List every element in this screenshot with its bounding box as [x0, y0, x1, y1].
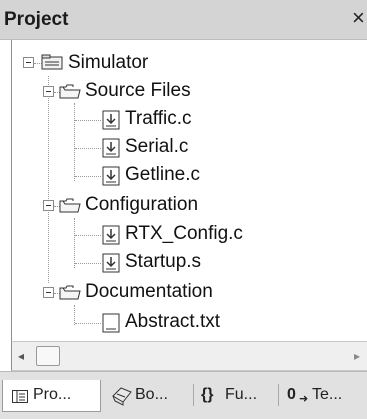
collapse-toggle-icon[interactable]: [43, 86, 54, 97]
collapse-toggle-icon[interactable]: [23, 57, 34, 68]
scrollbar-thumb[interactable]: [36, 346, 60, 366]
tree-root-label: Simulator: [68, 52, 149, 74]
tree-file-label: Traffic.c: [125, 108, 192, 129]
scroll-right-arrow-icon[interactable]: ▸: [354, 349, 360, 363]
text-file-icon: [102, 313, 120, 333]
close-button[interactable]: ×: [352, 6, 367, 30]
horizontal-scrollbar[interactable]: ◂ ▸: [11, 341, 367, 371]
project-tab-icon: [12, 390, 28, 403]
tree-group-label: Source Files: [85, 80, 191, 101]
tree-group-label: Configuration: [85, 194, 199, 215]
folder-open-icon: [59, 84, 81, 99]
panel-titlebar: Project ×: [0, 0, 367, 40]
tree-root-simulator[interactable]: Simulator: [12, 50, 212, 78]
asm-file-icon: [102, 253, 120, 273]
tree-file-rtx-config[interactable]: RTX_Config.c: [12, 221, 272, 249]
tree-file-label: Abstract.txt: [125, 311, 221, 332]
project-root-icon: [41, 54, 63, 70]
tree-file-getline[interactable]: Getline.c: [12, 162, 252, 190]
collapse-toggle-icon[interactable]: [43, 200, 54, 211]
scroll-left-arrow-icon[interactable]: ◂: [18, 349, 24, 363]
tree-file-startup[interactable]: Startup.s: [12, 249, 272, 277]
tree-file-serial[interactable]: Serial.c: [12, 134, 252, 162]
books-tab-icon: [112, 387, 132, 406]
collapse-toggle-icon[interactable]: [43, 287, 54, 298]
functions-tab-icon: {}: [201, 386, 214, 403]
c-file-icon: [102, 225, 120, 245]
panel-tab-bar: Pro... Bo... {} Fu... 0 ➜ Te...: [0, 371, 367, 419]
tree-file-label: Getline.c: [125, 164, 200, 185]
tab-label: Te...: [312, 386, 343, 403]
tree-file-abstract[interactable]: Abstract.txt: [12, 309, 272, 337]
tab-label: Pro...: [33, 386, 72, 403]
tree-file-label: Startup.s: [125, 251, 202, 272]
tree-group-source-files[interactable]: Source Files: [12, 78, 252, 106]
tree-file-label: Serial.c: [125, 136, 189, 157]
tree-group-documentation[interactable]: Documentation: [12, 279, 272, 307]
c-file-icon: [102, 166, 120, 186]
tree-group-label: Documentation: [85, 281, 213, 302]
tab-templates[interactable]: 0 ➜ Te...: [285, 380, 365, 412]
folder-open-icon: [59, 198, 81, 213]
tree-group-configuration[interactable]: Configuration: [12, 192, 272, 220]
tab-label: Fu...: [225, 386, 258, 403]
c-file-icon: [102, 110, 120, 130]
c-file-icon: [102, 138, 120, 158]
panel-title: Project: [4, 9, 69, 30]
tab-functions[interactable]: {} Fu...: [199, 380, 274, 412]
project-tree[interactable]: Simulator Source Files Traffic.c Serial.…: [11, 40, 367, 341]
templates-tab-icon: 0: [287, 386, 296, 403]
tab-books[interactable]: Bo...: [109, 380, 189, 412]
tab-project[interactable]: Pro...: [2, 380, 101, 412]
project-panel: Project × Simulator Source Files Traffic…: [0, 0, 367, 419]
tree-file-label: RTX_Config.c: [125, 223, 243, 244]
folder-open-icon: [59, 285, 81, 300]
tree-file-traffic[interactable]: Traffic.c: [12, 106, 252, 134]
tab-label: Bo...: [135, 386, 168, 403]
